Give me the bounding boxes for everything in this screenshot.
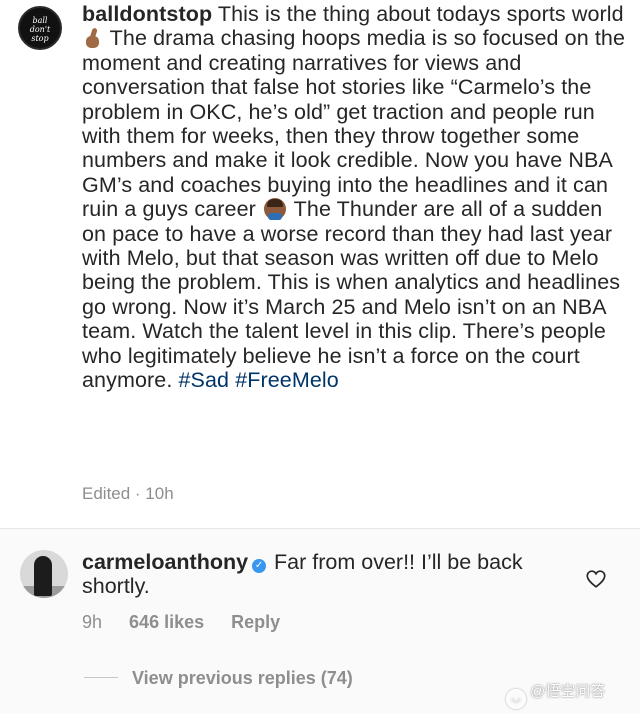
reply-timestamp: 9h: [82, 612, 103, 632]
edited-timestamp: Edited · 10h: [82, 484, 174, 503]
point-up-hand-emoji-icon: [85, 28, 101, 49]
reply-comment-text: carmeloanthony ✓ Far from over!! I’ll be …: [82, 550, 572, 599]
hashtag-sad[interactable]: #Sad: [179, 368, 230, 392]
reply-likes-count[interactable]: 646 likes: [129, 612, 204, 632]
caption-comment: ball don't stop balldontstop This is the…: [0, 0, 640, 528]
watermark-text: @悟空问答: [530, 683, 606, 700]
avatar-carmeloanthony[interactable]: [20, 550, 68, 598]
avatar-text-line-1: ball: [32, 16, 48, 25]
avatar-balldontstop[interactable]: ball don't stop: [18, 6, 62, 50]
avatar-text-line-3: stop: [31, 34, 49, 43]
comment-divider: [0, 528, 640, 529]
hashtag-freemelo[interactable]: #FreeMelo: [235, 368, 339, 392]
caption-text: balldontstop This is the thing about tod…: [82, 2, 630, 393]
username-balldontstop[interactable]: balldontstop: [82, 2, 212, 26]
watermark: ◡ @悟空问答: [506, 680, 605, 709]
caption-text-part-2: The drama chasing hoops media is so focu…: [82, 26, 626, 222]
avatar-text-line-2: don't: [29, 25, 51, 34]
username-carmeloanthony[interactable]: carmeloanthony: [82, 550, 248, 574]
instagram-comments-screen: ball don't stop balldontstop This is the…: [0, 0, 640, 714]
view-previous-replies-label: View previous replies (74): [132, 668, 353, 688]
avatar-figure: [34, 556, 52, 596]
reply-meta-row: 9h 646 likes Reply: [82, 612, 302, 633]
verified-badge-icon: ✓: [252, 559, 267, 573]
replies-dash-line: [84, 677, 118, 678]
reply-button[interactable]: Reply: [231, 612, 280, 632]
watermark-logo-icon: ◡: [506, 689, 526, 709]
facepalm-emoji-icon: [263, 198, 286, 221]
view-previous-replies-button[interactable]: View previous replies (74): [84, 668, 353, 689]
caption-text-part-1: This is the thing about todays sports wo…: [212, 2, 624, 26]
heart-outline-icon[interactable]: [585, 568, 607, 590]
caption-text-part-3: The Thunder are all of a sudden on pace …: [82, 197, 621, 393]
